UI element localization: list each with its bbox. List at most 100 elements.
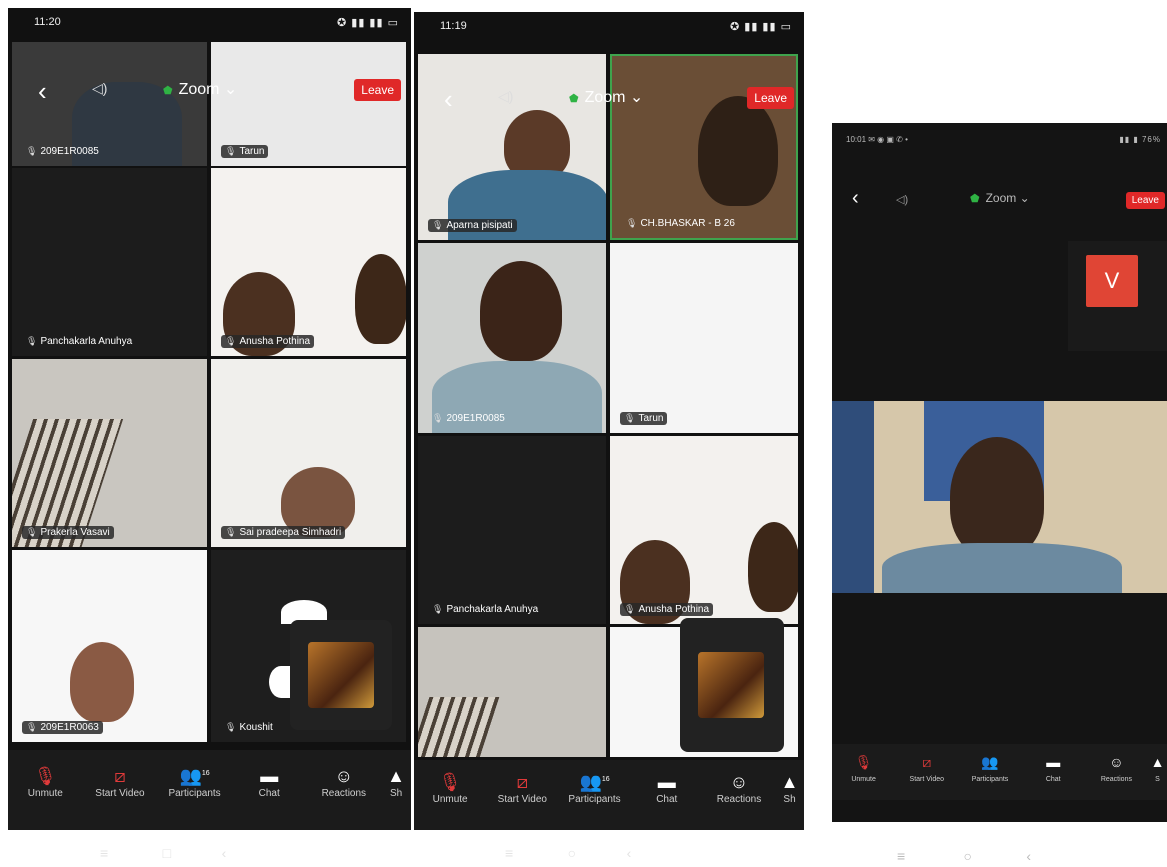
meeting-toolbar: 🎙 Unmute ⧄ Start Video 👥 Participants ▬ Chat… xyxy=(832,744,1167,800)
mic-icon: 🎙 xyxy=(26,146,38,156)
participant-name: 🎙 Prakerla Vasavi xyxy=(22,526,114,539)
mic-icon: 🎙 xyxy=(225,527,237,537)
active-speaker-avatar-tile[interactable]: V xyxy=(1068,241,1167,351)
self-view-thumbnail[interactable] xyxy=(290,620,392,730)
share-icon: ▲ xyxy=(1150,754,1165,770)
leave-button[interactable]: Leave xyxy=(1125,192,1165,209)
phone-screen-3: 10:01 ✉ ◉ ▣ ✆ • ▮▮ ▮ 76% ‹ ◁) ⬟ Zoom ⌄ Le… xyxy=(832,123,1167,822)
video-off-icon: ⧄ xyxy=(922,754,932,770)
participant-name: 🎙 209E1R0085 xyxy=(432,413,505,424)
shield-icon: ⬟ xyxy=(569,93,579,105)
participant-name: 🎙 Tarun xyxy=(221,145,269,158)
chat-button[interactable]: ▬ Chat xyxy=(1022,744,1085,800)
status-icons: ▮▮ ▮ 76% xyxy=(1119,135,1161,144)
participants-icon: 👥16 xyxy=(579,772,610,792)
android-nav-bar: ≡ ○ ‹ xyxy=(505,845,632,861)
meeting-header: ‹ ◁) ⬟ Zoom ⌄ Leave xyxy=(8,70,411,114)
participant-name: 🎙 209E1R0085 xyxy=(26,146,99,157)
status-time: 10:01 ✉ ◉ ▣ ✆ • xyxy=(846,135,908,144)
phone-screen-1: 11:20 ✪ ▮▮ ▮▮ ▭ 🎙 209E1R0085 🎙 Tarun 🎙 Panc… xyxy=(8,8,411,830)
mic-icon: 🎙 xyxy=(432,604,444,614)
mic-icon: 🎙 xyxy=(626,218,638,228)
participants-button[interactable]: 👥 Participants xyxy=(958,744,1021,800)
video-off-icon: ⧄ xyxy=(114,766,126,786)
mic-icon: 🎙 xyxy=(26,336,38,346)
mic-icon: 🎙 xyxy=(225,336,237,346)
reactions-button[interactable]: ☺ Reactions xyxy=(307,750,382,830)
profile-picture xyxy=(308,642,374,708)
start-video-button[interactable]: ⧄ Start Video xyxy=(83,750,158,830)
status-bar: 11:20 ✪ ▮▮ ▮▮ ▭ xyxy=(8,8,411,38)
participants-button[interactable]: 👥16 Participants xyxy=(157,750,232,830)
share-button[interactable]: ▲ S xyxy=(1148,744,1167,800)
video-tile[interactable]: 🎙 Panchakarla Anuhya xyxy=(418,436,606,624)
video-tile[interactable]: 🎙 Tarun xyxy=(610,243,798,433)
unmute-button[interactable]: 🎙 Unmute xyxy=(832,744,895,800)
back-chevron-icon[interactable]: ‹ xyxy=(852,187,859,210)
unmute-button[interactable]: 🎙 Unmute xyxy=(414,760,486,830)
chat-icon: ▬ xyxy=(1046,754,1061,770)
self-view-thumbnail[interactable] xyxy=(680,618,784,752)
participants-icon: 👥16 xyxy=(179,766,210,786)
participants-button[interactable]: 👥16 Participants xyxy=(558,760,630,830)
active-speaker-video[interactable] xyxy=(832,401,1167,593)
mic-icon: 🎙 xyxy=(225,722,237,732)
leave-button[interactable]: Leave xyxy=(747,87,794,109)
reactions-icon: ☺ xyxy=(1109,754,1124,770)
share-icon: ▲ xyxy=(780,772,799,792)
mic-muted-icon: 🎙 xyxy=(438,772,462,792)
status-bar: 10:01 ✉ ◉ ▣ ✆ • ▮▮ ▮ 76% xyxy=(832,123,1167,153)
android-nav-bar: ≡ ○ ‹ xyxy=(897,848,1032,864)
share-button[interactable]: ▲ Sh xyxy=(775,760,804,830)
participant-name: 🎙 Anusha Pothina xyxy=(221,335,315,348)
share-button[interactable]: ▲ Sh xyxy=(381,750,411,830)
speaker-icon[interactable]: ◁) xyxy=(498,88,513,105)
phone-screen-2: 11:19 ✪ ▮▮ ▮▮ ▭ 🎙 Aparna pisipati 🎙 CH.BHA… xyxy=(414,12,804,830)
unmute-button[interactable]: 🎙 Unmute xyxy=(8,750,83,830)
status-time: 11:19 xyxy=(440,20,467,32)
video-tile[interactable]: 🎙 209E1R0085 xyxy=(418,243,606,433)
leave-button[interactable]: Leave xyxy=(354,79,401,101)
meeting-toolbar: 🎙 Unmute ⧄ Start Video 👥16 Participants ▬ Ch… xyxy=(8,750,411,830)
mic-icon: 🎙 xyxy=(624,413,636,423)
chat-button[interactable]: ▬ Chat xyxy=(232,750,307,830)
video-tile[interactable] xyxy=(418,627,606,757)
avatar: V xyxy=(1086,255,1138,307)
shield-icon: ⬟ xyxy=(163,85,173,97)
video-tile[interactable]: 🎙 Sai pradeepa Simhadri xyxy=(211,359,406,547)
back-chevron-icon[interactable]: ‹ xyxy=(38,76,47,107)
back-chevron-icon[interactable]: ‹ xyxy=(444,84,453,115)
reactions-icon: ☺ xyxy=(334,766,353,786)
participant-name: 🎙 Aparna pisipati xyxy=(428,219,517,232)
meeting-title[interactable]: ⬟ Zoom ⌄ xyxy=(569,87,643,107)
mic-icon: 🎙 xyxy=(225,146,237,156)
video-tile[interactable]: 🎙 Panchakarla Anuhya xyxy=(12,168,207,356)
chat-button[interactable]: ▬ Chat xyxy=(631,760,703,830)
reactions-button[interactable]: ☺ Reactions xyxy=(1085,744,1148,800)
video-tile[interactable]: 🎙 Anusha Pothina xyxy=(610,436,798,624)
mic-icon: 🎙 xyxy=(26,722,38,732)
video-tile[interactable]: 🎙 209E1R0063 xyxy=(12,550,207,742)
start-video-button[interactable]: ⧄ Start Video xyxy=(895,744,958,800)
participant-name: 🎙 Anusha Pothina xyxy=(620,603,714,616)
participant-name: 🎙 Tarun xyxy=(620,412,668,425)
participant-name: 🎙 CH.BHASKAR - B 26 xyxy=(626,218,735,229)
video-tile[interactable]: 🎙 Anusha Pothina xyxy=(211,168,406,356)
meeting-header: ‹ ◁) ⬟ Zoom ⌄ Leave xyxy=(832,183,1167,227)
status-icons: ✪ ▮▮ ▮▮ ▭ xyxy=(337,17,399,29)
meeting-title[interactable]: ⬟ Zoom ⌄ xyxy=(970,191,1030,205)
video-tile[interactable]: 🎙 Prakerla Vasavi xyxy=(12,359,207,547)
meeting-header: ‹ ◁) ⬟ Zoom ⌄ Leave xyxy=(414,78,804,122)
mic-icon: 🎙 xyxy=(624,604,636,614)
status-time: 11:20 xyxy=(34,16,61,28)
start-video-button[interactable]: ⧄ Start Video xyxy=(486,760,558,830)
speaker-icon[interactable]: ◁) xyxy=(92,80,107,97)
mic-icon: 🎙 xyxy=(432,220,444,230)
meeting-title[interactable]: ⬟ Zoom ⌄ xyxy=(163,79,237,99)
participant-name: 🎙 209E1R0063 xyxy=(22,721,103,734)
speaker-icon[interactable]: ◁) xyxy=(896,193,908,206)
share-icon: ▲ xyxy=(387,766,405,786)
participant-name: 🎙 Panchakarla Anuhya xyxy=(26,336,133,347)
chat-icon: ▬ xyxy=(657,772,676,792)
reactions-button[interactable]: ☺ Reactions xyxy=(703,760,775,830)
